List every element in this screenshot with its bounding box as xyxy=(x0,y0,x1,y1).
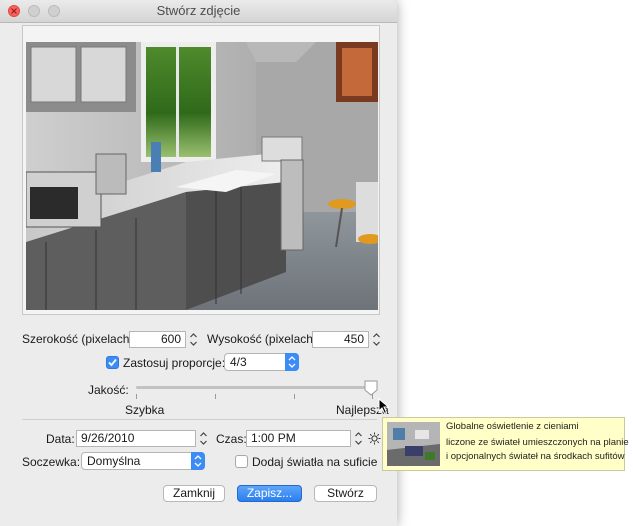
proportions-value: 4/3 xyxy=(230,355,247,369)
time-field[interactable]: 1:00 PM xyxy=(246,430,351,447)
height-label: Wysokość (pixelach): xyxy=(207,332,321,346)
ceiling-lights-label: Dodaj światła na suficie xyxy=(252,455,378,469)
width-label: Szerokość (pixelach): xyxy=(22,332,137,346)
quality-tick xyxy=(136,394,137,399)
title-bar: Stwórz zdjęcie xyxy=(0,0,397,23)
chevron-updown-icon xyxy=(285,353,299,371)
apply-proportions-checkbox[interactable] xyxy=(106,356,119,369)
quality-min-label: Szybka xyxy=(125,403,165,417)
close-button[interactable]: Zamknij xyxy=(163,485,225,502)
quality-slider-thumb[interactable] xyxy=(364,380,378,396)
date-label: Data: xyxy=(46,432,75,446)
photo-dialog: Stwórz zdjęcie Szerokość (pixelach): 600… xyxy=(0,0,397,526)
tooltip-line-1: Globalne oświetlenie z cieniami xyxy=(446,421,579,432)
proportions-select[interactable]: 4/3 xyxy=(224,353,299,371)
time-label: Czas: xyxy=(216,432,247,446)
pointer-cursor-icon xyxy=(378,398,390,415)
width-stepper[interactable] xyxy=(189,331,198,348)
window-title: Stwórz zdjęcie xyxy=(156,3,241,18)
date-field[interactable]: 9/26/2010 xyxy=(76,430,196,447)
zoom-window-button[interactable] xyxy=(48,5,60,17)
height-field[interactable]: 450 xyxy=(312,331,369,348)
kitchen-preview-image xyxy=(26,42,378,310)
date-stepper[interactable] xyxy=(199,430,208,447)
apply-proportions-label: Zastosuj proporcje: xyxy=(123,356,226,370)
lighting-tooltip: Globalne oświetlenie z cieniami liczone … xyxy=(382,417,629,471)
width-field[interactable]: 600 xyxy=(129,331,186,348)
minimize-window-button[interactable] xyxy=(28,5,40,17)
chevron-updown-icon xyxy=(191,452,205,470)
preview-panel xyxy=(22,25,380,315)
lens-select[interactable]: Domyślna xyxy=(81,452,205,470)
quality-slider-track[interactable] xyxy=(136,386,376,389)
height-stepper[interactable] xyxy=(372,331,381,348)
lens-value: Domyślna xyxy=(87,454,141,468)
ceiling-lights-checkbox[interactable] xyxy=(235,455,248,468)
room-thumbnail-image xyxy=(387,422,440,466)
divider xyxy=(22,419,377,420)
tooltip-line-3: i opcjonalnych świateł na środkach sufit… xyxy=(446,451,625,462)
quality-label: Jakość: xyxy=(88,383,129,397)
sun-icon[interactable] xyxy=(368,432,381,445)
time-stepper[interactable] xyxy=(354,430,363,447)
tooltip-line-2: liczone ze świateł umieszczonych na plan… xyxy=(446,437,629,448)
quality-tick xyxy=(215,394,216,399)
save-button[interactable]: Zapisz... xyxy=(237,485,302,502)
lens-label: Soczewka: xyxy=(22,455,81,469)
checkmark-icon xyxy=(108,358,117,367)
quality-tick xyxy=(294,394,295,399)
create-button[interactable]: Stwórz xyxy=(314,485,377,502)
close-window-button[interactable] xyxy=(8,5,20,17)
